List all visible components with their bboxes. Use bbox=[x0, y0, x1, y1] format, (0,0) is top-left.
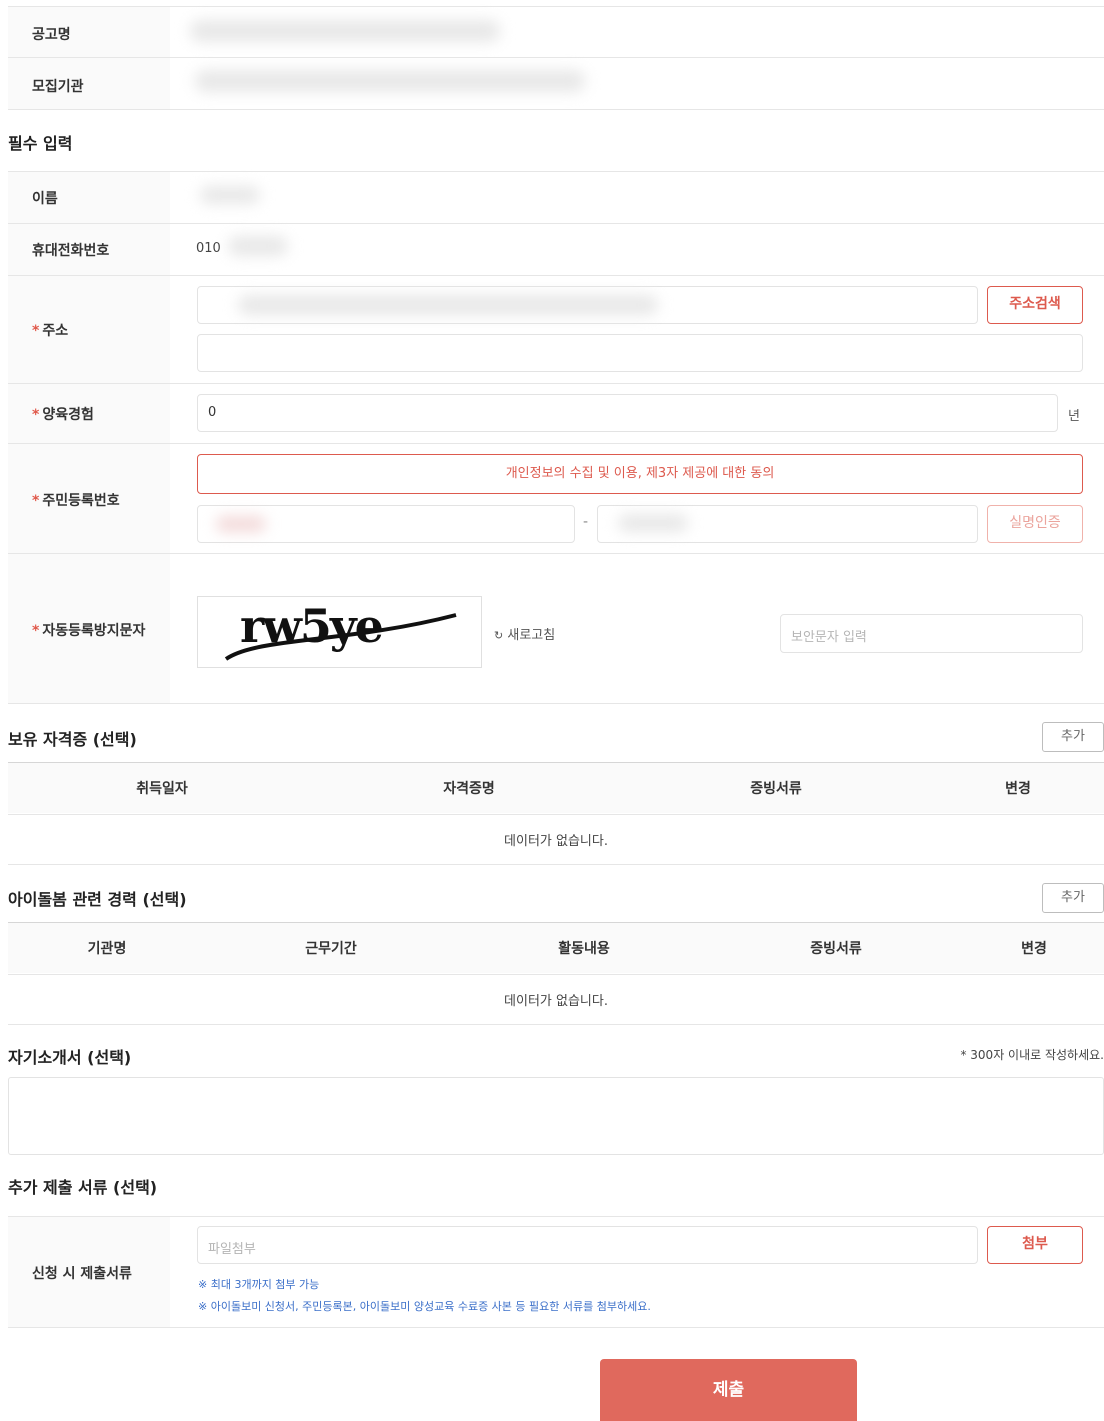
career-add-button[interactable]: 추가 bbox=[1042, 883, 1104, 913]
captcha-placeholder: 보안문자 입력 bbox=[791, 630, 867, 645]
careers-title: 아이돌봄 관련 경력 (선택) bbox=[8, 890, 187, 909]
agency-value-redacted bbox=[195, 70, 585, 92]
documents-title: 추가 제출 서류 (선택) bbox=[8, 1178, 158, 1197]
refresh-label: 새로고침 bbox=[507, 628, 556, 643]
captcha-text: rw5ye bbox=[240, 599, 384, 653]
address-search-button[interactable]: 주소검색 bbox=[987, 286, 1083, 324]
career-col-change: 변경 bbox=[1021, 941, 1047, 957]
attach-button[interactable]: 첨부 bbox=[987, 1226, 1083, 1264]
career-empty-message: 데이터가 없습니다. bbox=[504, 994, 608, 1009]
resident-back-redacted bbox=[618, 514, 688, 532]
phone-label: 휴대전화번호 bbox=[32, 243, 110, 259]
career-col-proof: 증빙서류 bbox=[810, 941, 862, 957]
address-detail-input[interactable] bbox=[197, 334, 1083, 372]
documents-note-1: ※ 최대 3개까지 첨부 가능 bbox=[198, 1278, 320, 1291]
career-col-agency: 기관명 bbox=[87, 941, 127, 957]
phone-value: 010 bbox=[196, 241, 221, 256]
verify-button[interactable]: 실명인증 bbox=[987, 505, 1083, 543]
experience-value: 0 bbox=[208, 405, 217, 420]
resident-number-back-input[interactable] bbox=[597, 505, 978, 543]
submit-button[interactable]: 제출 bbox=[600, 1359, 857, 1421]
documents-label: 신청 시 제출서류 bbox=[32, 1266, 132, 1282]
documents-note-2: ※ 아이돌보미 신청서, 주민등록본, 아이돌보미 양성교육 수료증 사본 등 … bbox=[198, 1300, 651, 1313]
captcha-label: * 자동등록방지문자 bbox=[32, 623, 146, 639]
agency-label: 모집기관 bbox=[32, 79, 84, 95]
consent-button[interactable]: 개인정보의 수집 및 이용, 제3자 제공에 대한 동의 bbox=[197, 454, 1083, 494]
certificate-empty-message: 데이터가 없습니다. bbox=[504, 834, 608, 849]
career-col-period: 근무기간 bbox=[305, 941, 357, 957]
resident-number-label: * 주민등록번호 bbox=[32, 493, 120, 509]
captcha-input[interactable]: 보안문자 입력 bbox=[780, 614, 1083, 653]
resident-separator: - bbox=[583, 514, 589, 530]
intro-title: 자기소개서 (선택) bbox=[8, 1048, 132, 1067]
captcha-image: rw5ye bbox=[197, 596, 482, 668]
phone-rest-redacted bbox=[228, 236, 288, 256]
intro-note: * 300자 이내로 작성하세요. bbox=[960, 1048, 1104, 1062]
resident-front-redacted bbox=[216, 516, 266, 532]
certificate-add-button[interactable]: 추가 bbox=[1042, 722, 1104, 752]
experience-unit: 년 bbox=[1068, 409, 1080, 424]
cert-col-change: 변경 bbox=[1005, 781, 1031, 797]
career-col-activity: 활동내용 bbox=[558, 941, 610, 957]
address-label: * 주소 bbox=[32, 323, 69, 339]
certificates-title: 보유 자격증 (선택) bbox=[8, 730, 137, 749]
cert-col-name: 자격증명 bbox=[443, 781, 495, 797]
address-value-redacted bbox=[238, 295, 658, 315]
cert-col-date: 취득일자 bbox=[136, 781, 188, 797]
required-section-title: 필수 입력 bbox=[8, 134, 73, 153]
intro-textarea[interactable] bbox=[8, 1077, 1104, 1155]
file-placeholder: 파일첨부 bbox=[208, 1242, 256, 1257]
cert-col-proof: 증빙서류 bbox=[750, 781, 802, 797]
announcement-label: 공고명 bbox=[32, 27, 71, 43]
address-main-input[interactable] bbox=[197, 286, 978, 324]
announcement-value-redacted bbox=[190, 20, 500, 42]
career-table-header bbox=[8, 923, 1104, 973]
name-label: 이름 bbox=[32, 191, 58, 207]
resident-number-front-input[interactable] bbox=[197, 505, 575, 543]
refresh-icon: ↻ bbox=[494, 629, 504, 642]
experience-label: * 양육경험 bbox=[32, 407, 94, 423]
name-value-redacted bbox=[200, 186, 260, 204]
experience-input[interactable]: 0 bbox=[197, 394, 1058, 432]
captcha-refresh-button[interactable]: ↻ 새로고침 bbox=[494, 624, 555, 643]
file-input[interactable]: 파일첨부 bbox=[197, 1226, 978, 1264]
